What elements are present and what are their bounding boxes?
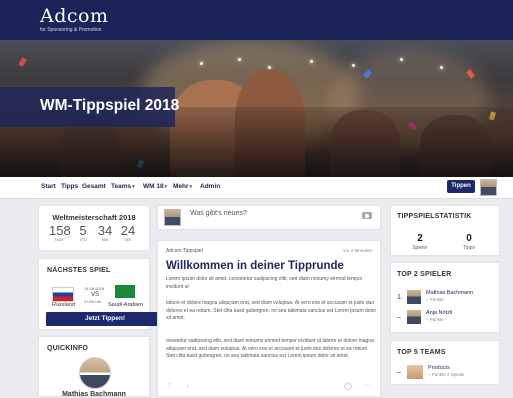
player-avatar[interactable]: [407, 290, 421, 304]
saudi-flag-icon: [115, 285, 135, 298]
countdown-minutes: 34 MIN: [97, 223, 113, 243]
brand-name: Adcom: [40, 5, 109, 27]
jetzt-tippen-button[interactable]: Jetzt Tippen!: [46, 312, 164, 326]
brand-tagline: for Sponsoring & Promotion: [40, 27, 102, 33]
countdown-days: 158 TAGE: [49, 223, 71, 243]
stats-card: TIPPSPIELSTATISTIK 2 Spieler 0 Tipps: [390, 205, 500, 256]
match-date: 14.06.2018: [84, 286, 105, 291]
team-name[interactable]: Products: [428, 365, 450, 371]
quickinfo-title: QUICKINFO: [47, 345, 89, 352]
top-teams-card: TOP 5 TEAMS – Products – Punkte 2 Spiele…: [390, 340, 500, 385]
chevron-down-icon: ▾: [132, 184, 135, 190]
countdown-card: Weltmeisterschaft 2018 158 TAGE 5 STD 34 MI…: [38, 205, 150, 251]
chevron-down-icon: ▾: [189, 184, 193, 190]
quickinfo-card: QUICKINFO Mathias Bachmann: [38, 336, 150, 398]
hero-title-box: WM-Tippspiel 2018: [0, 87, 179, 127]
profile-avatar[interactable]: [79, 357, 111, 389]
user-avatar[interactable]: [480, 179, 497, 196]
stats-title: TIPPSPIELSTATISTIK: [397, 213, 472, 220]
team-rank: –: [397, 369, 401, 376]
player-rank: –: [397, 314, 401, 321]
player-points: – Punkte: [426, 317, 444, 322]
post-input[interactable]: Was gibt's neues?: [190, 210, 247, 217]
main-nav: Start Tipps Gesamt Teams▾ WM 18▾ Mehr▾ A…: [0, 177, 513, 199]
team-points: – Punkte 2 Spieler: [428, 372, 465, 377]
comment-icon[interactable]: ◯: [344, 382, 352, 390]
nav-teams[interactable]: Teams▾: [111, 183, 135, 190]
nav-mehr[interactable]: Mehr▾: [173, 183, 192, 190]
upvote-icon[interactable]: ↑: [168, 382, 172, 389]
top-bar: Adcom for Sponsoring & Promotion: [0, 0, 513, 40]
nav-gesamt[interactable]: Gesamt: [82, 183, 106, 190]
player-avatar[interactable]: [407, 310, 421, 324]
article-card: Adcom Tippspiel vor 2 Monaten Willkommen…: [157, 240, 381, 397]
player-name[interactable]: Anja Nötzli: [426, 310, 452, 316]
match-vs: VS: [91, 292, 100, 298]
article-paragraph: labore et dolore magna aliquyam erat, se…: [166, 300, 377, 321]
team-image[interactable]: [407, 365, 423, 379]
article-paragraph: Lorem ipsum dolor sit amet, consetetur s…: [166, 276, 363, 290]
match-time: 17:00 Uhr: [84, 299, 102, 304]
stat-players: 2 Spieler: [412, 233, 428, 251]
stat-tips: 0 Tipps: [462, 233, 476, 251]
article-title: Willkommen in deiner Tipprunde: [166, 260, 344, 272]
brand-logo[interactable]: Adcom for Sponsoring & Promotion: [40, 6, 108, 33]
away-team: Saudi-Arabien: [108, 302, 143, 308]
hero-banner: Adcom for Sponsoring & Promotion WM-Tipp…: [0, 0, 513, 177]
camera-icon[interactable]: [362, 212, 372, 219]
tippen-button[interactable]: Tippen: [447, 180, 475, 193]
next-game-card: NÄCHSTES SPIEL 14.06.2018 VS 17:00 Uhr R…: [38, 258, 164, 330]
player-rank: 1.: [397, 294, 403, 301]
countdown-title: Weltmeisterschaft 2018: [52, 213, 136, 222]
post-box[interactable]: Was gibt's neues?: [157, 205, 381, 230]
russia-flag-icon: [52, 287, 74, 302]
article-time: vor 2 Monaten: [343, 248, 372, 253]
hero-title: WM-Tippspiel 2018: [40, 97, 180, 114]
top-players-title: TOP 2 SPIELER: [397, 271, 452, 278]
home-team: Russland: [52, 302, 75, 308]
top-teams-title: TOP 5 TEAMS: [397, 349, 446, 356]
user-avatar: [164, 209, 181, 226]
top-players-card: TOP 2 SPIELER 1. Mathias Bachmann – Punk…: [390, 262, 500, 333]
nav-wm18[interactable]: WM 18▾: [143, 183, 167, 190]
next-game-title: NÄCHSTES SPIEL: [47, 267, 111, 274]
countdown-seconds: 24 SEK: [120, 223, 136, 243]
more-icon[interactable]: ···: [364, 382, 371, 389]
nav-tipps[interactable]: Tipps: [61, 183, 78, 190]
chevron-down-icon: ▾: [164, 184, 168, 190]
countdown-hours: 5 STD: [79, 223, 87, 243]
nav-start[interactable]: Start: [41, 183, 56, 190]
nav-admin[interactable]: Admin: [200, 183, 220, 190]
downvote-icon[interactable]: ↓: [186, 382, 190, 389]
player-name[interactable]: Mathias Bachmann: [426, 290, 473, 296]
player-points: – Punkte: [426, 297, 444, 302]
article-paragraph: onsetetur sadipscing elitr, sed diam non…: [166, 338, 374, 359]
article-author[interactable]: Adcom Tippspiel: [166, 248, 203, 254]
